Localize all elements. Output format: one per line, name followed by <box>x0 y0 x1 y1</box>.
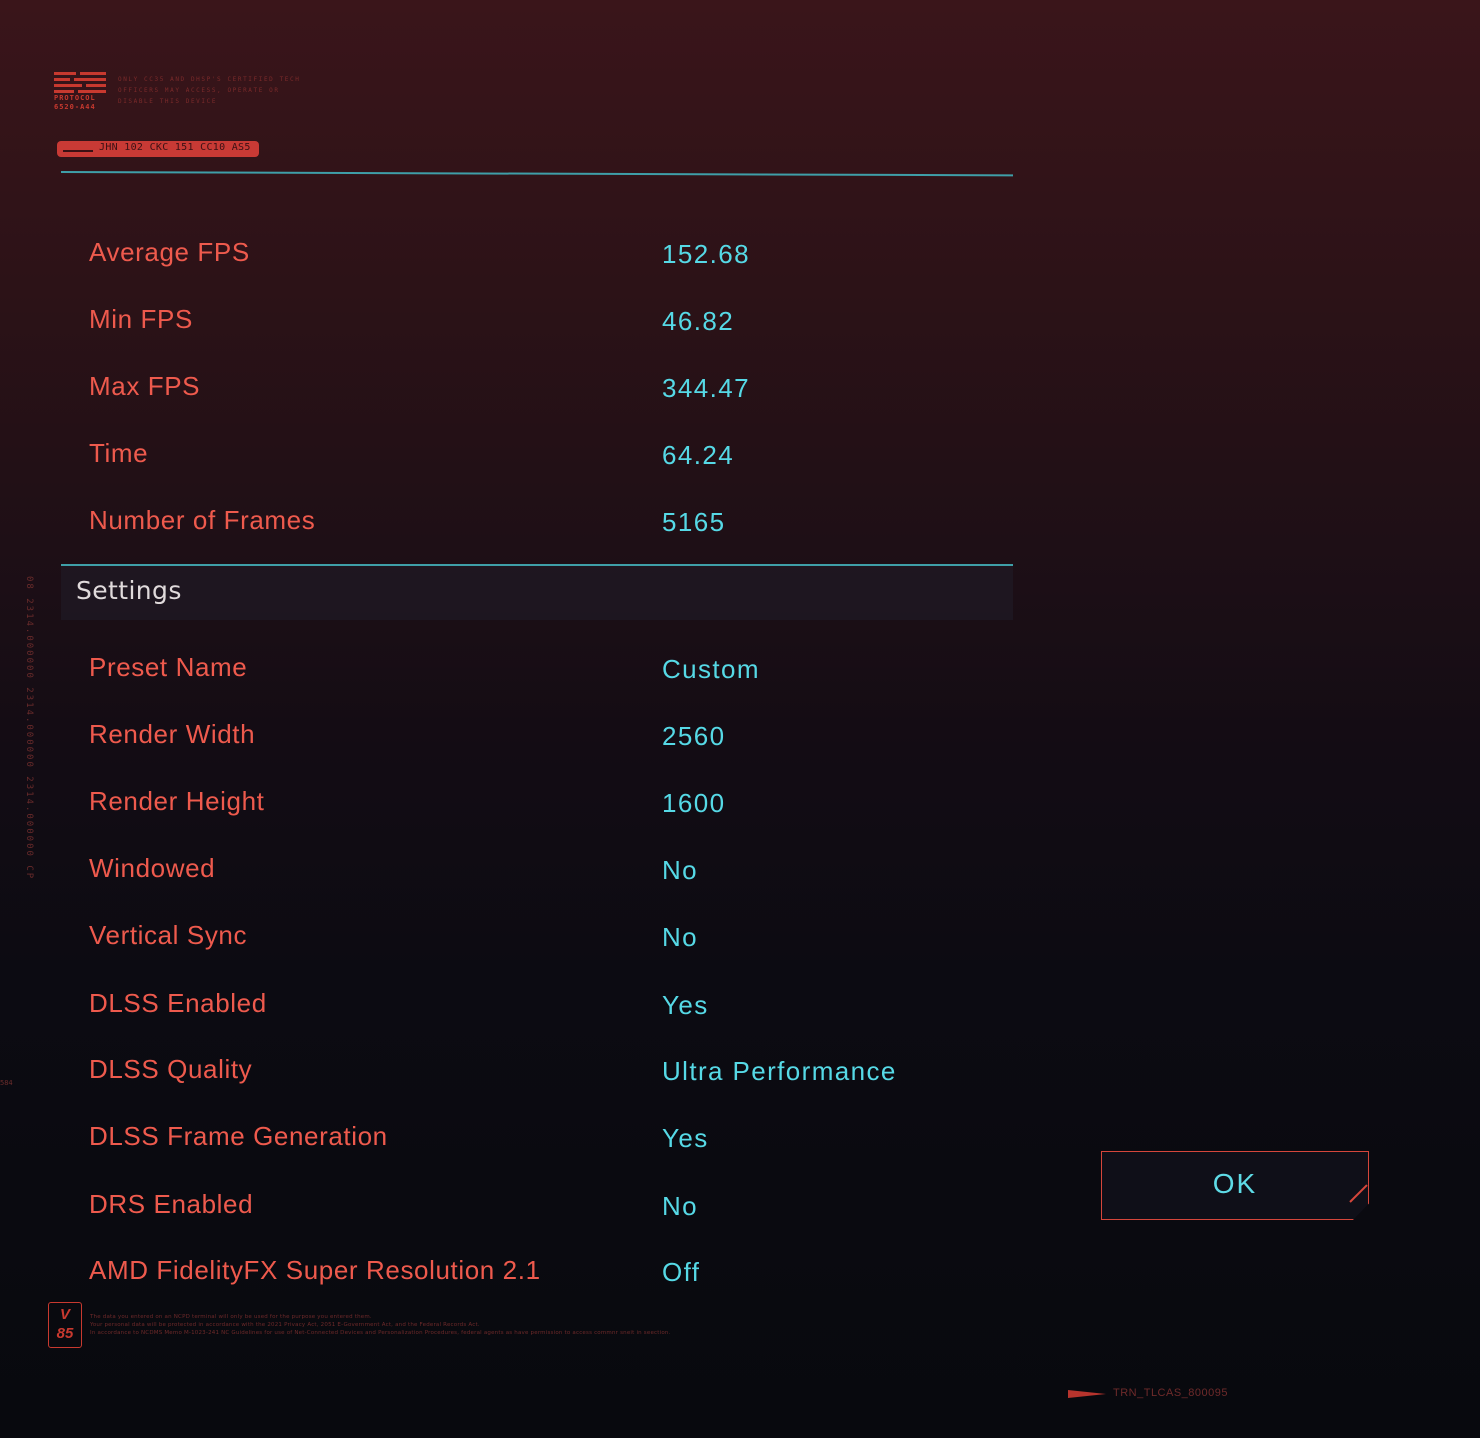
setting-value: No <box>662 1191 699 1221</box>
top-divider <box>60 171 1013 177</box>
result-row-number-of-frames: Number of Frames 5165 <box>89 505 989 539</box>
result-label: Min FPS <box>89 304 193 334</box>
result-row-average-fps: Average FPS 152.68 <box>89 237 989 271</box>
arrow-icon <box>1068 1390 1106 1398</box>
setting-value: 2560 <box>662 721 726 751</box>
setting-row-dlss-quality: DLSS Quality Ultra Performance <box>89 1054 989 1088</box>
notice-line: DISABLE THIS DEVICE <box>118 98 218 105</box>
result-label: Average FPS <box>89 237 250 267</box>
setting-row-drs-enabled: DRS Enabled No <box>89 1189 989 1223</box>
setting-row-preset-name: Preset Name Custom <box>89 652 989 686</box>
setting-label: Vertical Sync <box>89 920 248 950</box>
result-value: 46.82 <box>662 306 735 336</box>
setting-label: Windowed <box>89 853 216 883</box>
result-label: Number of Frames <box>89 505 316 535</box>
notice-line: OFFICERS MAY ACCESS, OPERATE OR <box>118 87 280 94</box>
serial-text: JHN 102 CKC 151 CC10 AS5 <box>99 142 251 153</box>
setting-value: 1600 <box>662 788 726 818</box>
result-row-min-fps: Min FPS 46.82 <box>89 304 989 338</box>
disclaimer-line: In accordance to NCDMS Memo M-1023-241 N… <box>90 1330 671 1336</box>
setting-value: Yes <box>662 1123 709 1153</box>
serial-mark-icon <box>63 150 93 152</box>
setting-row-dlss-enabled: DLSS Enabled Yes <box>89 988 989 1022</box>
setting-row-render-width: Render Width 2560 <box>89 719 989 753</box>
result-label: Time <box>89 438 149 468</box>
settings-header: Settings <box>61 566 1013 620</box>
setting-label: DLSS Frame Generation <box>89 1121 388 1151</box>
footer-code-text: TRN_TLCAS_800095 <box>1113 1387 1229 1399</box>
setting-value: No <box>662 922 699 952</box>
setting-label: Preset Name <box>89 652 248 682</box>
protocol-label: PROTOCOL 6520-A44 <box>54 94 96 112</box>
protocol-label-text: PROTOCOL <box>54 94 96 102</box>
settings-title: Settings <box>76 576 182 605</box>
result-label: Max FPS <box>89 371 201 401</box>
ok-button-label: OK <box>1212 1168 1258 1199</box>
vertical-code-text: 08 2314.000000 2314.000000 2314.000000 C… <box>24 576 34 881</box>
setting-row-amd-fsr: AMD FidelityFX Super Resolution 2.1 Off <box>89 1255 989 1289</box>
badge-top-text: V <box>59 1306 70 1323</box>
badge-bottom-text: 85 <box>56 1325 74 1342</box>
protocol-code-text: 6520-A44 <box>54 103 96 111</box>
setting-label: AMD FidelityFX Super Resolution 2.1 <box>89 1255 541 1285</box>
setting-label: Render Height <box>89 786 265 816</box>
disclaimer-line: The data you entered on an NCPD terminal… <box>90 1314 372 1320</box>
result-row-max-fps: Max FPS 344.47 <box>89 371 989 405</box>
setting-value: No <box>662 855 699 885</box>
setting-value: Yes <box>662 990 709 1020</box>
result-value: 5165 <box>662 507 726 537</box>
setting-label: DLSS Enabled <box>89 988 267 1018</box>
result-value: 152.68 <box>662 239 750 269</box>
setting-value: Off <box>662 1257 701 1287</box>
result-value: 344.47 <box>662 373 750 403</box>
setting-row-render-height: Render Height 1600 <box>89 786 989 820</box>
notice-line: ONLY CC35 AND DHSP'S CERTIFIED TECH <box>118 76 301 83</box>
side-mark-text: 584 <box>0 1079 13 1087</box>
result-value: 64.24 <box>662 440 735 470</box>
setting-value: Ultra Performance <box>662 1056 897 1086</box>
disclaimer-line: Your personal data will be protected in … <box>90 1322 480 1328</box>
disclaimer: The data you entered on an NCPD terminal… <box>90 1313 730 1337</box>
version-badge-icon: V 85 <box>48 1302 82 1348</box>
ok-button[interactable]: OK <box>1101 1151 1369 1220</box>
protocol-logo-icon <box>54 72 106 94</box>
result-row-time: Time 64.24 <box>89 438 989 472</box>
setting-label: Render Width <box>89 719 256 749</box>
serial-tag: JHN 102 CKC 151 CC10 AS5 <box>57 141 259 157</box>
setting-label: DRS Enabled <box>89 1189 254 1219</box>
setting-value: Custom <box>662 654 760 684</box>
setting-label: DLSS Quality <box>89 1054 253 1084</box>
setting-row-vertical-sync: Vertical Sync No <box>89 920 989 954</box>
setting-row-windowed: Windowed No <box>89 853 989 887</box>
protocol-notice: ONLY CC35 AND DHSP'S CERTIFIED TECH OFFI… <box>118 74 318 107</box>
setting-row-dlss-frame-generation: DLSS Frame Generation Yes <box>89 1121 989 1155</box>
